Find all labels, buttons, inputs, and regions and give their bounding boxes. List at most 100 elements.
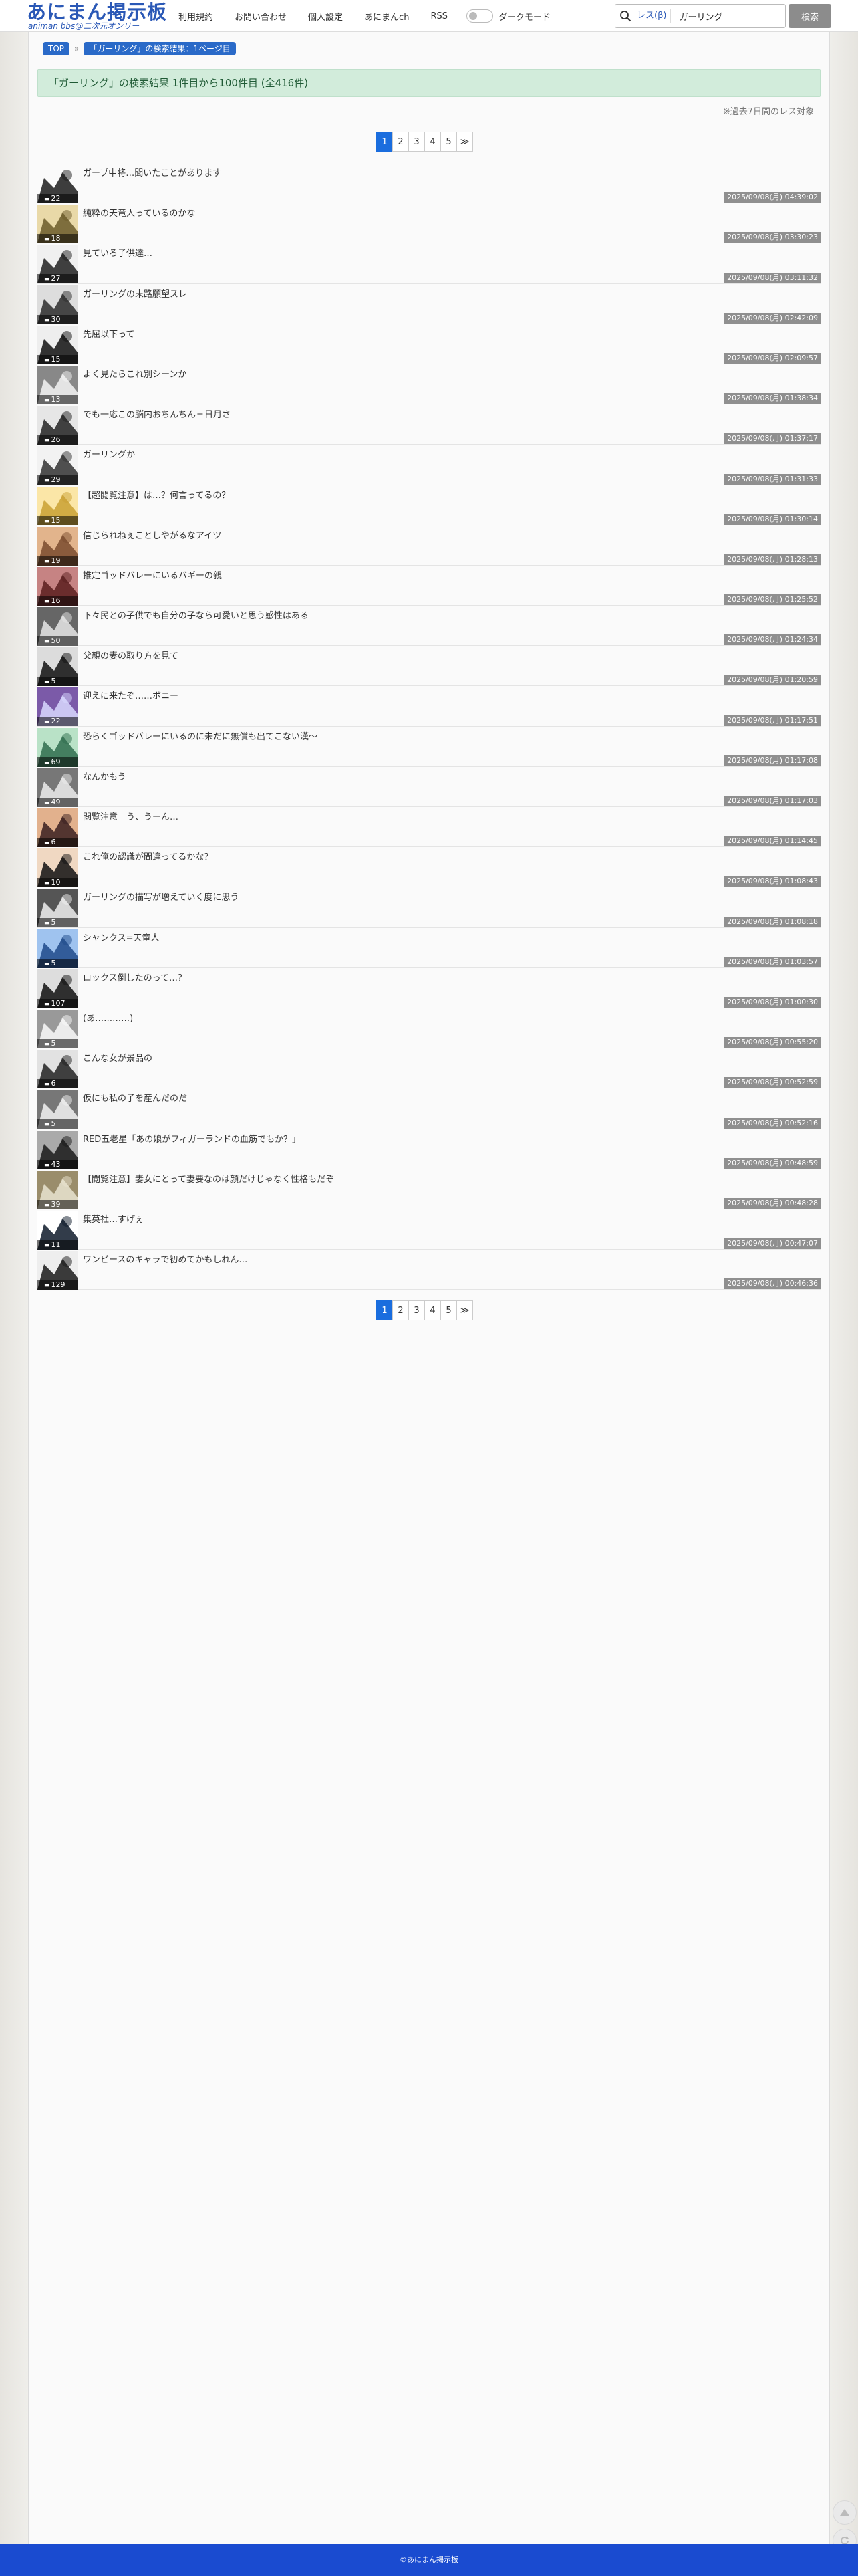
thread-thumbnail[interactable]: ▬ 50: [37, 607, 78, 647]
thread-row[interactable]: ▬ 5 父親の妻の取り方を見て 2025/09/08(月) 01:20:59: [37, 646, 821, 687]
thread-thumbnail[interactable]: ▬ 107: [37, 969, 78, 1008]
thread-title-link[interactable]: 父親の妻の取り方を見て: [83, 649, 178, 661]
thread-row[interactable]: ▬ 5 シャンクス=天竜人 2025/09/08(月) 01:03:57: [37, 928, 821, 968]
thread-row[interactable]: ▬ 27 見ていろ子供達… 2025/09/08(月) 03:11:32: [37, 243, 821, 284]
dark-mode-toggle[interactable]: ダークモード: [466, 9, 551, 23]
site-logo[interactable]: あにまん掲示板 animan bbs@二次元オンリー: [27, 0, 167, 32]
thread-title-link[interactable]: 先屈以下って: [83, 327, 134, 340]
thread-title-link[interactable]: RED五老星「あの娘がフィガーランドの血筋でもか？」: [83, 1132, 301, 1145]
page-link-1[interactable]: 1: [376, 1300, 393, 1320]
thread-row[interactable]: ▬ 26 でも一応この脳内おちんちん三日月さ 2025/09/08(月) 01:37:…: [37, 404, 821, 445]
search-button[interactable]: 検索: [789, 4, 831, 28]
page-link-1[interactable]: 1: [376, 132, 393, 152]
thread-title-link[interactable]: でも一応この脳内おちんちん三日月さ: [83, 407, 231, 420]
thread-title-link[interactable]: 迎えに来たぞ……ボニー: [83, 689, 178, 701]
page-link-3[interactable]: 3: [408, 1300, 425, 1320]
thread-title-link[interactable]: ロックス倒したのって…？: [83, 971, 186, 983]
thread-row[interactable]: ▬ 15 【超閲覧注意】は…？何言ってるの？ 2025/09/08(月) 01:30:…: [37, 485, 821, 525]
thread-thumbnail[interactable]: ▬ 49: [37, 768, 78, 807]
thread-title-link[interactable]: 仮にも私の子を産んだのだ: [83, 1091, 187, 1104]
thread-thumbnail[interactable]: ▬ 5: [37, 1009, 78, 1048]
thread-title-link[interactable]: 【超閲覧注意】は…？何言ってるの？: [83, 488, 230, 501]
thread-row[interactable]: ▬ 11 集英社…すげぇ 2025/09/08(月) 00:47:07: [37, 1209, 821, 1250]
thread-title-link[interactable]: 【閲覧注意】妻女にとって妻要なのは顔だけじゃなく性格もだぞ: [83, 1172, 334, 1185]
thread-title-link[interactable]: よく見たらこれ別シーンか: [83, 367, 186, 380]
thread-thumbnail[interactable]: ▬ 18: [37, 205, 78, 244]
thread-thumbnail[interactable]: ▬ 6: [37, 1050, 78, 1089]
nav-contact[interactable]: お問い合わせ: [235, 10, 287, 23]
thread-title-link[interactable]: 純粋の天竜人っているのかな: [83, 206, 195, 219]
thread-row[interactable]: ▬ 10 これ俺の認識が間違ってるかな？ 2025/09/08(月) 01:08:43: [37, 847, 821, 888]
page-link-2[interactable]: 2: [392, 132, 409, 152]
thread-thumbnail[interactable]: ▬ 5: [37, 1090, 78, 1129]
thread-row[interactable]: ▬ 30 ガーリングの末路願望スレ 2025/09/08(月) 02:42:09: [37, 284, 821, 324]
thread-thumbnail[interactable]: ▬ 27: [37, 245, 78, 284]
thread-row[interactable]: ▬ 5 (あ…………) 2025/09/08(月) 00:55:20: [37, 1008, 821, 1049]
thread-thumbnail[interactable]: ▬ 5: [37, 889, 78, 928]
thread-thumbnail[interactable]: ▬ 30: [37, 285, 78, 324]
thread-title-link[interactable]: 閲覧注意 う、うーん…: [83, 810, 178, 822]
thread-title-link[interactable]: ガーリングか: [83, 447, 135, 460]
thread-thumbnail[interactable]: ▬ 22: [37, 687, 78, 727]
thread-thumbnail[interactable]: ▬ 15: [37, 486, 78, 525]
thread-row[interactable]: ▬ 6 こんな女が景品の 2025/09/08(月) 00:52:59: [37, 1048, 821, 1089]
thread-row[interactable]: ▬ 69 恐らくゴッドバレーにいるのに未だに無償も出てこない漢〜 2025/09/08…: [37, 727, 821, 767]
thread-title-link[interactable]: (あ…………): [83, 1011, 133, 1024]
thread-thumbnail[interactable]: ▬ 43: [37, 1130, 78, 1169]
thread-row[interactable]: ▬ 19 信じられねぇことしやがるなアイツ 2025/09/08(月) 01:28:1…: [37, 525, 821, 566]
thread-thumbnail[interactable]: ▬ 11: [37, 1210, 78, 1250]
thread-row[interactable]: ▬ 39 【閲覧注意】妻女にとって妻要なのは顔だけじゃなく性格もだぞ 2025/09/…: [37, 1169, 821, 1209]
thread-thumbnail[interactable]: ▬ 13: [37, 365, 78, 404]
thread-thumbnail[interactable]: ▬ 69: [37, 727, 78, 767]
page-link-5[interactable]: 5: [440, 1300, 457, 1320]
thread-row[interactable]: ▬ 5 ガーリングの描写が増えていく度に思う 2025/09/08(月) 01:08:…: [37, 887, 821, 928]
thread-title-link[interactable]: 見ていろ子供達…: [83, 246, 152, 259]
thread-row[interactable]: ▬ 15 先屈以下って 2025/09/08(月) 02:09:57: [37, 324, 821, 364]
thread-thumbnail[interactable]: ▬ 15: [37, 325, 78, 364]
page-link-4[interactable]: 4: [424, 1300, 441, 1320]
nav-rss[interactable]: RSS: [430, 11, 448, 21]
thread-title-link[interactable]: これ俺の認識が間違ってるかな？: [83, 850, 212, 862]
thread-thumbnail[interactable]: ▬ 26: [37, 406, 78, 445]
thread-thumbnail[interactable]: ▬ 29: [37, 446, 78, 485]
thread-thumbnail[interactable]: ▬ 16: [37, 566, 78, 606]
nav-animanch[interactable]: あにまんch: [364, 10, 409, 23]
thread-row[interactable]: ▬ 49 なんかもう 2025/09/08(月) 01:17:03: [37, 767, 821, 807]
nav-terms[interactable]: 利用規約: [178, 10, 213, 23]
thread-row[interactable]: ▬ 107 ロックス倒したのって…？ 2025/09/08(月) 01:00:30: [37, 968, 821, 1008]
thread-title-link[interactable]: 推定ゴッドバレーにいるバギーの親: [83, 568, 222, 581]
thread-title-link[interactable]: ガーリングの描写が増えていく度に思う: [83, 890, 239, 903]
search-scope-select[interactable]: レス(β): [635, 9, 672, 23]
next-page-link[interactable]: ≫: [456, 1300, 473, 1320]
thread-row[interactable]: ▬ 29 ガーリングか 2025/09/08(月) 01:31:33: [37, 445, 821, 485]
page-link-3[interactable]: 3: [408, 132, 425, 152]
thread-row[interactable]: ▬ 22 ガープ中将…聞いたことがあります 2025/09/08(月) 04:39:0…: [37, 163, 821, 204]
thread-title-link[interactable]: なんかもう: [83, 770, 126, 782]
thread-thumbnail[interactable]: ▬ 129: [37, 1251, 78, 1290]
breadcrumb-top[interactable]: TOP: [43, 42, 70, 55]
toggle-switch[interactable]: [466, 9, 493, 23]
thread-row[interactable]: ▬ 43 RED五老星「あの娘がフィガーランドの血筋でもか？」 2025/09/08(…: [37, 1129, 821, 1169]
page-link-4[interactable]: 4: [424, 132, 441, 152]
thread-title-link[interactable]: ワンピースのキャラで初めてかもしれん…: [83, 1252, 247, 1265]
thread-thumbnail[interactable]: ▬ 22: [37, 164, 78, 203]
thread-thumbnail[interactable]: ▬ 19: [37, 526, 78, 566]
thread-row[interactable]: ▬ 5 仮にも私の子を産んだのだ 2025/09/08(月) 00:52:16: [37, 1088, 821, 1129]
page-link-2[interactable]: 2: [392, 1300, 409, 1320]
thread-thumbnail[interactable]: ▬ 5: [37, 647, 78, 687]
page-link-5[interactable]: 5: [440, 132, 457, 152]
thread-title-link[interactable]: 恐らくゴッドバレーにいるのに未だに無償も出てこない漢〜: [83, 729, 317, 742]
thread-thumbnail[interactable]: ▬ 10: [37, 848, 78, 888]
thread-title-link[interactable]: ガープ中将…聞いたことがあります: [83, 166, 221, 179]
thread-title-link[interactable]: 集英社…すげぇ: [83, 1212, 144, 1225]
next-page-link[interactable]: ≫: [456, 132, 473, 152]
scroll-top-button[interactable]: [833, 2500, 857, 2525]
thread-title-link[interactable]: 下々民との子供でも自分の子なら可愛いと思う感性はある: [83, 608, 309, 621]
thread-thumbnail[interactable]: ▬ 39: [37, 1170, 78, 1209]
thread-row[interactable]: ▬ 18 純粋の天竜人っているのかな 2025/09/08(月) 03:30:23: [37, 203, 821, 244]
thread-row[interactable]: ▬ 22 迎えに来たぞ……ボニー 2025/09/08(月) 01:17:51: [37, 686, 821, 727]
thread-title-link[interactable]: 信じられねぇことしやがるなアイツ: [83, 528, 221, 541]
thread-row[interactable]: ▬ 6 閲覧注意 う、うーん… 2025/09/08(月) 01:14:45: [37, 807, 821, 848]
search-input[interactable]: [679, 11, 773, 21]
thread-thumbnail[interactable]: ▬ 6: [37, 808, 78, 847]
